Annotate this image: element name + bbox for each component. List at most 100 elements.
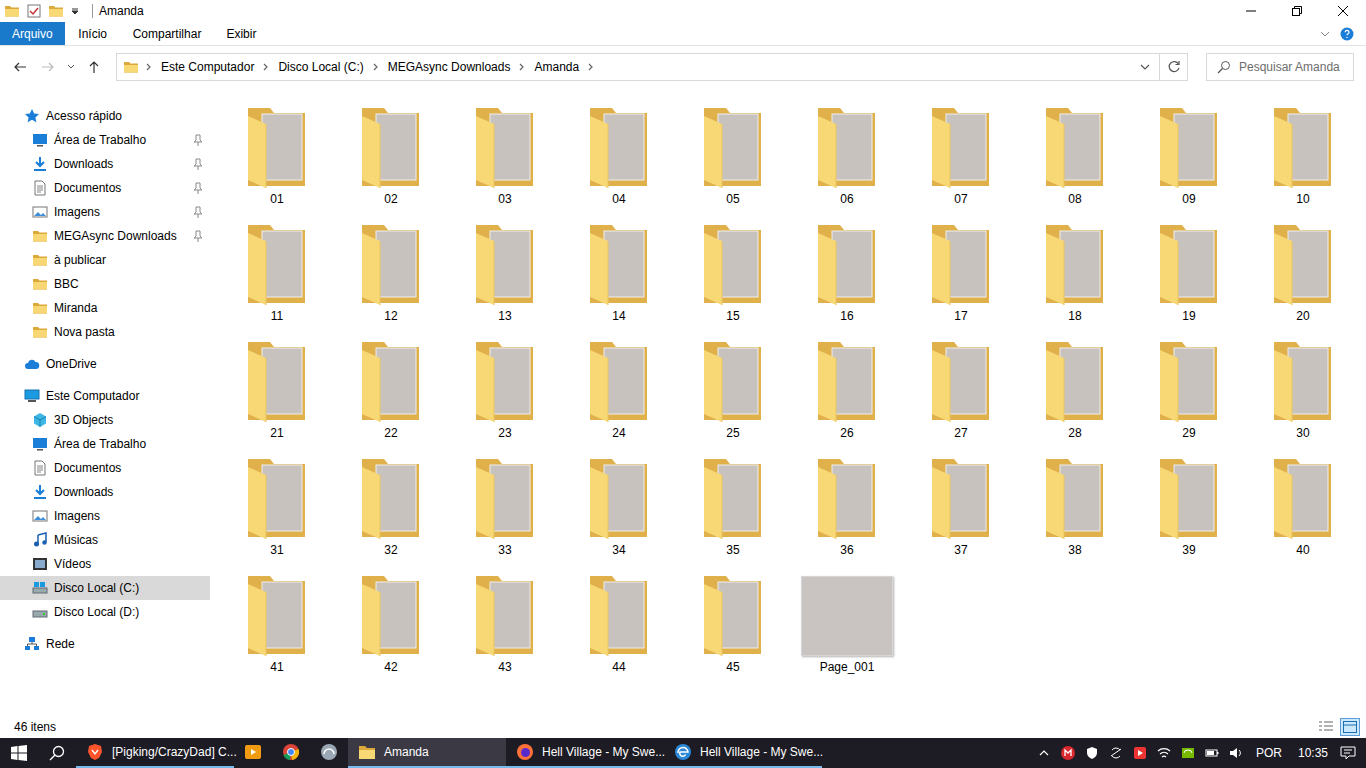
sidebar-item[interactable]: Downloads: [0, 152, 210, 176]
sidebar-item[interactable]: Disco Local (C:): [0, 576, 210, 600]
folder-item[interactable]: 28: [1018, 336, 1132, 453]
sidebar-header[interactable]: Este Computador: [0, 384, 210, 408]
folder-item[interactable]: 34: [562, 453, 676, 570]
recent-button[interactable]: [64, 55, 78, 79]
close-button[interactable]: [1320, 0, 1366, 22]
nvidia-icon[interactable]: [1180, 745, 1196, 761]
folder-item[interactable]: 05: [676, 102, 790, 219]
folder-item[interactable]: 31: [220, 453, 334, 570]
shield-icon[interactable]: [1084, 745, 1100, 761]
folder-item[interactable]: 24: [562, 336, 676, 453]
folder-item[interactable]: 30: [1246, 336, 1360, 453]
expand-ribbon-icon[interactable]: [1320, 30, 1330, 38]
sidebar-item[interactable]: Documentos: [0, 456, 210, 480]
start-button[interactable]: [0, 738, 38, 768]
new-folder-icon[interactable]: [48, 3, 64, 19]
input-language[interactable]: POR: [1252, 746, 1286, 760]
large-icons-view-button[interactable]: [1340, 718, 1360, 736]
ribbon-tab[interactable]: Arquivo: [0, 22, 65, 45]
taskbar-app[interactable]: Hell Village - My Swe...: [506, 738, 664, 768]
folder-item[interactable]: 44: [562, 570, 676, 687]
folder-item[interactable]: 12: [334, 219, 448, 336]
folder-item[interactable]: 17: [904, 219, 1018, 336]
folder-item[interactable]: 20: [1246, 219, 1360, 336]
folder-item[interactable]: 19: [1132, 219, 1246, 336]
sidebar-item[interactable]: Área de Trabalho: [0, 432, 210, 456]
taskbar-app[interactable]: Hell Village - My Swe...: [664, 738, 822, 768]
folder-item[interactable]: 09: [1132, 102, 1246, 219]
taskbar-app[interactable]: Amanda: [348, 738, 506, 768]
sidebar-item[interactable]: Músicas: [0, 528, 210, 552]
mega-icon[interactable]: [1060, 745, 1076, 761]
folder-item[interactable]: 26: [790, 336, 904, 453]
taskbar-app[interactable]: [310, 738, 348, 768]
sync-icon[interactable]: [1108, 745, 1124, 761]
clock[interactable]: 10:35: [1294, 746, 1332, 760]
folder-item[interactable]: 35: [676, 453, 790, 570]
folder-item[interactable]: 45: [676, 570, 790, 687]
breadcrumb[interactable]: Disco Local (C:): [276, 58, 365, 76]
sidebar-header[interactable]: OneDrive: [0, 352, 210, 376]
search-button[interactable]: [38, 738, 76, 768]
folder-item[interactable]: 42: [334, 570, 448, 687]
folder-item[interactable]: 27: [904, 336, 1018, 453]
folder-item[interactable]: 02: [334, 102, 448, 219]
taskbar-app[interactable]: [234, 738, 272, 768]
sidebar-item[interactable]: Nova pasta: [0, 320, 210, 344]
folder-item[interactable]: 36: [790, 453, 904, 570]
folder-item[interactable]: 23: [448, 336, 562, 453]
address-bar[interactable]: Este Computador Disco Local (C:) MEGAsync …: [116, 53, 1188, 81]
folder-item[interactable]: 07: [904, 102, 1018, 219]
folder-item[interactable]: 10: [1246, 102, 1360, 219]
sidebar-item[interactable]: Área de Trabalho: [0, 128, 210, 152]
volume-icon[interactable]: [1228, 745, 1244, 761]
notifications-icon[interactable]: [1340, 745, 1356, 761]
folder-item[interactable]: 40: [1246, 453, 1360, 570]
folder-item[interactable]: 11: [220, 219, 334, 336]
sidebar-item[interactable]: MEGAsync Downloads: [0, 224, 210, 248]
details-view-button[interactable]: [1316, 718, 1336, 736]
refresh-button[interactable]: [1159, 54, 1187, 80]
sidebar-item[interactable]: Miranda: [0, 296, 210, 320]
properties-icon[interactable]: [26, 3, 42, 19]
breadcrumb[interactable]: MEGAsync Downloads: [386, 58, 513, 76]
folder-item[interactable]: 43: [448, 570, 562, 687]
folder-item[interactable]: 37: [904, 453, 1018, 570]
forward-button[interactable]: [36, 55, 60, 79]
folder-item[interactable]: 03: [448, 102, 562, 219]
folder-item[interactable]: 39: [1132, 453, 1246, 570]
app-red-icon[interactable]: [1132, 745, 1148, 761]
sidebar-item[interactable]: à publicar: [0, 248, 210, 272]
folder-item[interactable]: 08: [1018, 102, 1132, 219]
taskbar-app[interactable]: [Pigking/CrazyDad] C...: [76, 738, 234, 768]
back-button[interactable]: [8, 55, 32, 79]
folder-item[interactable]: 41: [220, 570, 334, 687]
dropdown-icon[interactable]: [70, 6, 80, 16]
sidebar-item[interactable]: Disco Local (D:): [0, 600, 210, 624]
file-item[interactable]: Page_001: [790, 570, 904, 687]
ribbon-tab[interactable]: Compartilhar: [121, 22, 214, 45]
folder-item[interactable]: 38: [1018, 453, 1132, 570]
search-input[interactable]: [1239, 60, 1353, 74]
folder-item[interactable]: 32: [334, 453, 448, 570]
folder-item[interactable]: 22: [334, 336, 448, 453]
folder-item[interactable]: 06: [790, 102, 904, 219]
folder-item[interactable]: 18: [1018, 219, 1132, 336]
folder-item[interactable]: 01: [220, 102, 334, 219]
ribbon-tab[interactable]: Exibir: [213, 22, 269, 45]
minimize-button[interactable]: [1228, 0, 1274, 22]
breadcrumb[interactable]: Este Computador: [159, 58, 256, 76]
search-box[interactable]: [1206, 53, 1354, 81]
battery-icon[interactable]: [1204, 745, 1220, 761]
taskbar-app[interactable]: [272, 738, 310, 768]
folder-item[interactable]: 16: [790, 219, 904, 336]
sidebar-item[interactable]: Imagens: [0, 504, 210, 528]
sidebar-header[interactable]: Acesso rápido: [0, 104, 210, 128]
folder-item[interactable]: 21: [220, 336, 334, 453]
sidebar-item[interactable]: 3D Objects: [0, 408, 210, 432]
sidebar-item[interactable]: Downloads: [0, 480, 210, 504]
up-button[interactable]: [82, 55, 106, 79]
folder-item[interactable]: 25: [676, 336, 790, 453]
folder-item[interactable]: 29: [1132, 336, 1246, 453]
sidebar-item[interactable]: BBC: [0, 272, 210, 296]
